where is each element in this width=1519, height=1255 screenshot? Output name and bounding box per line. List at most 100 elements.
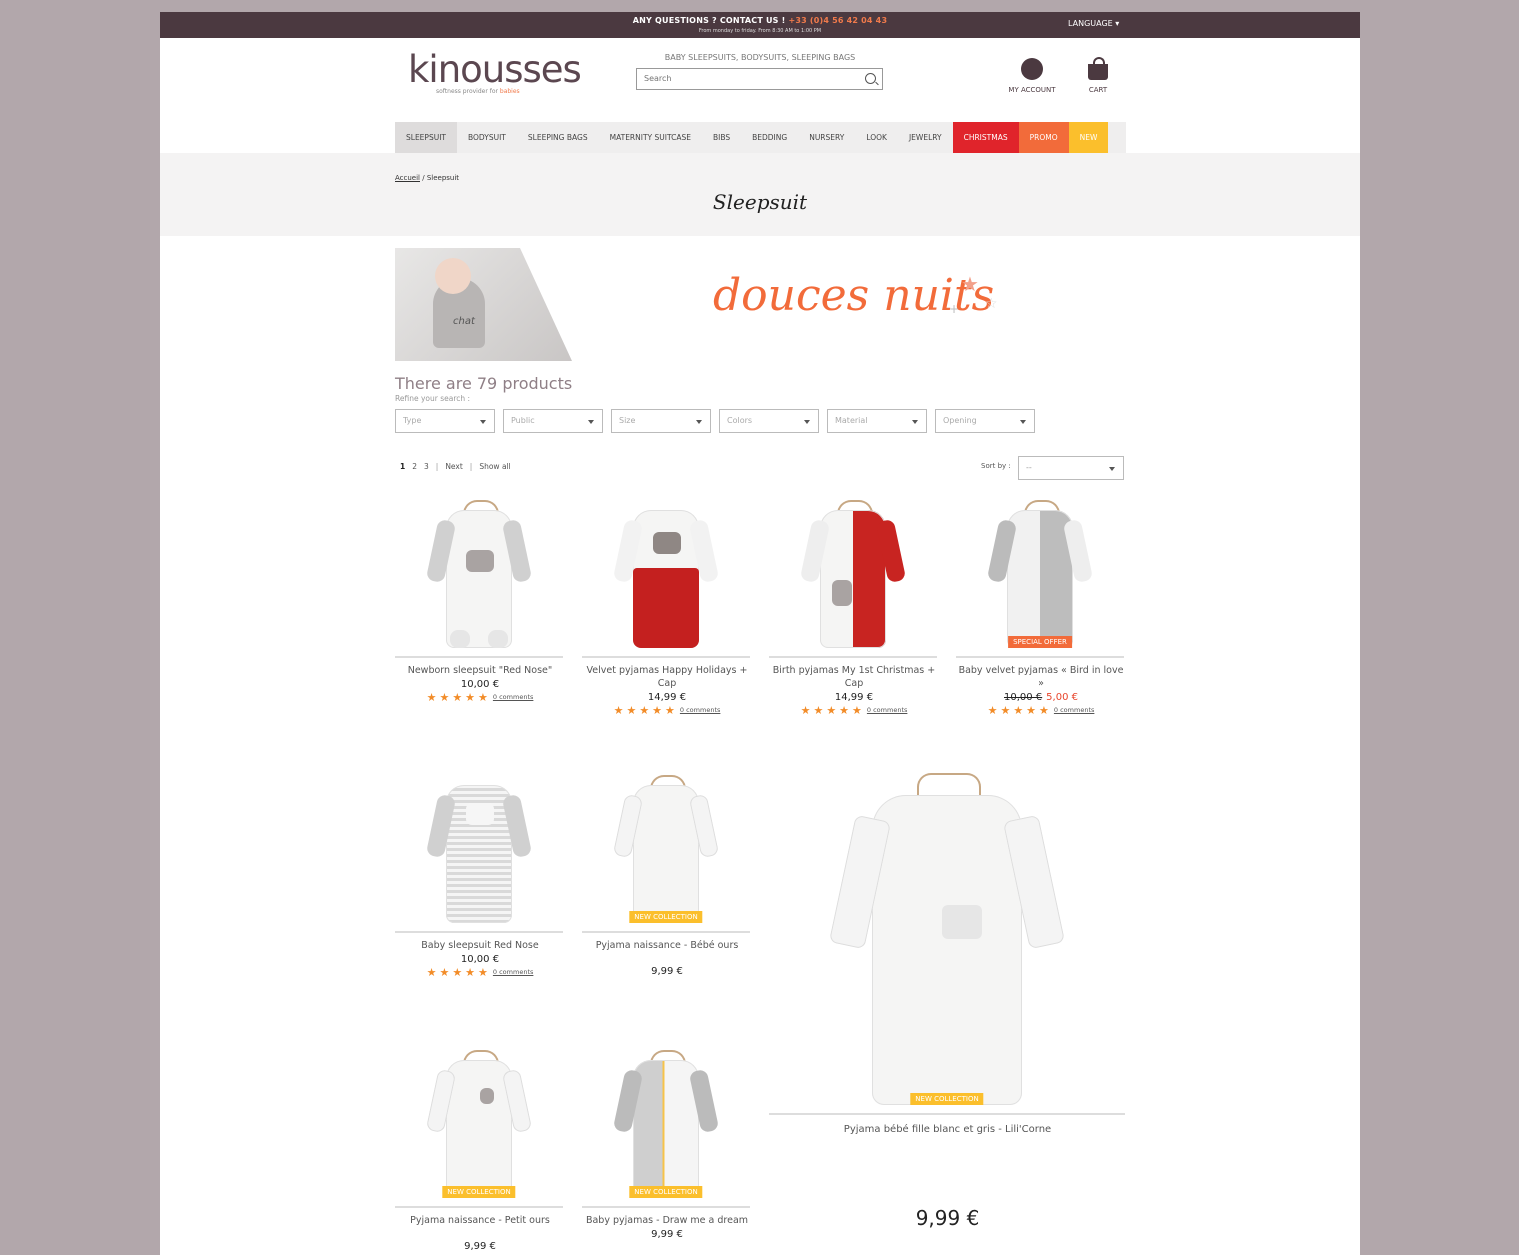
logo-tagline: softness provider for babies (436, 88, 520, 95)
star-icons: ★★★★★ (613, 704, 678, 717)
nav-bibs[interactable]: BIBS (702, 122, 741, 153)
product-price: 9,99 € (651, 966, 683, 977)
product-image[interactable] (395, 769, 563, 933)
product-name[interactable]: Baby velvet pyjamas « Bird in love » (956, 664, 1126, 690)
product-price: 9,99 € (464, 1241, 496, 1252)
product-card[interactable]: NEW COLLECTION Pyjama naissance - Petit … (395, 1044, 565, 1252)
filter-bar: Type Public Size Colors Material Opening (395, 409, 1035, 433)
comments-link[interactable]: 0 comments (867, 706, 907, 714)
filter-opening[interactable]: Opening (935, 409, 1035, 433)
nav-bodysuit[interactable]: BODYSUIT (457, 122, 517, 153)
account-label: MY ACCOUNT (1008, 86, 1056, 94)
main-nav: SLEEPSUIT BODYSUIT SLEEPING BAGS MATERNI… (395, 122, 1126, 153)
logo[interactable]: kinousses softness provider for babies (408, 48, 582, 96)
account-icon (1021, 58, 1043, 80)
comments-link[interactable]: 0 comments (1054, 706, 1094, 714)
nav-maternity-suitcase[interactable]: MATERNITY SUITCASE (599, 122, 702, 153)
product-card[interactable]: NEW COLLECTION Pyjama naissance - Bébé o… (582, 769, 752, 977)
search-icon[interactable] (865, 73, 876, 84)
sleepsuit-picture (612, 785, 720, 923)
product-name[interactable]: Baby sleepsuit Red Nose (395, 939, 565, 952)
sleepsuit-picture (986, 510, 1094, 648)
star-icons: ★★★★★ (426, 691, 491, 704)
comments-link[interactable]: 0 comments (493, 693, 533, 701)
product-card[interactable]: SPECIAL OFFER Baby velvet pyjamas « Bird… (956, 494, 1126, 717)
language-selector[interactable]: LANGUAGE ▾ (1068, 19, 1119, 28)
product-image[interactable] (395, 494, 563, 658)
product-price: 10,00 € (460, 679, 500, 690)
new-collection-badge: NEW COLLECTION (629, 911, 703, 923)
breadcrumb-home[interactable]: Accueil (395, 174, 420, 182)
nav-bedding[interactable]: BEDDING (741, 122, 798, 153)
category-banner: chat douces nuits ★ ☆ + (395, 248, 1126, 361)
special-offer-badge: SPECIAL OFFER (1008, 636, 1072, 648)
new-collection-badge: NEW COLLECTION (910, 1093, 984, 1105)
baby-head (435, 258, 471, 294)
filter-colors[interactable]: Colors (719, 409, 819, 433)
product-name[interactable]: Newborn sleepsuit "Red Nose" (395, 664, 565, 677)
nav-sleepsuit[interactable]: SLEEPSUIT (395, 122, 457, 153)
sparkle-icon: + (949, 302, 960, 316)
product-image[interactable]: NEW COLLECTION (582, 769, 750, 933)
page-1[interactable]: 1 (400, 462, 405, 471)
contact-phone[interactable]: +33 (0)4 56 42 04 43 (788, 16, 887, 25)
rating-stars: ★★★★★ 0 comments (769, 704, 939, 717)
comments-link[interactable]: 0 comments (493, 968, 533, 976)
sleepsuit-picture (425, 1060, 533, 1198)
sleepsuit-picture (612, 1060, 720, 1198)
rating-stars: ★★★★★ 0 comments (956, 704, 1126, 717)
contact-line: ANY QUESTIONS ? CONTACT US ! +33 (0)4 56… (160, 16, 1360, 25)
product-image[interactable] (582, 494, 750, 658)
rating-stars: ★★★★★ 0 comments (395, 966, 565, 979)
product-name[interactable]: Birth pyjamas My 1st Christmas + Cap (769, 664, 939, 690)
logo-text: kinousses (408, 48, 582, 91)
nav-christmas[interactable]: CHRISTMAS (952, 122, 1019, 153)
nav-nursery[interactable]: NURSERY (798, 122, 855, 153)
product-card[interactable]: Birth pyjamas My 1st Christmas + Cap 14,… (769, 494, 939, 717)
star-outline-icon: ☆ (985, 296, 998, 312)
account-link[interactable]: MY ACCOUNT (1002, 58, 1062, 94)
nav-sleeping-bags[interactable]: SLEEPING BAGS (517, 122, 599, 153)
next-page-link[interactable]: Next (445, 462, 462, 471)
product-name[interactable]: Pyjama naissance - Petit ours (395, 1214, 565, 1227)
page-3[interactable]: 3 (424, 462, 429, 471)
show-all-link[interactable]: Show all (479, 462, 510, 471)
product-card[interactable]: NEW COLLECTION Baby pyjamas - Draw me a … (582, 1044, 752, 1240)
sleepsuit-picture (425, 785, 533, 923)
product-card[interactable]: Baby sleepsuit Red Nose 10,00 € ★★★★★ 0 c… (395, 769, 565, 979)
product-price: 14,99 € (647, 692, 687, 703)
page-2[interactable]: 2 (412, 462, 417, 471)
nav-new[interactable]: NEW (1068, 122, 1109, 153)
product-card-featured[interactable]: NEW COLLECTION Pyjama bébé fille blanc e… (769, 769, 1126, 1230)
search-input[interactable] (642, 73, 856, 84)
product-image[interactable]: NEW COLLECTION (582, 1044, 750, 1208)
product-card[interactable]: Velvet pyjamas Happy Holidays + Cap 14,9… (582, 494, 752, 717)
product-card[interactable]: Newborn sleepsuit "Red Nose" 10,00 € ★★★… (395, 494, 565, 704)
cart-link[interactable]: CART (1080, 57, 1116, 94)
opening-hours: From monday to friday. From 8:30 AM to 1… (698, 28, 822, 34)
pagination: 1 2 3 | Next | Show all (400, 462, 511, 471)
product-image[interactable]: SPECIAL OFFER (956, 494, 1124, 658)
sort-select[interactable]: -- (1018, 456, 1124, 480)
product-image[interactable]: NEW COLLECTION (769, 769, 1125, 1115)
filter-public[interactable]: Public (503, 409, 603, 433)
product-price: 9,99 € (915, 1206, 980, 1230)
nav-promo[interactable]: PROMO (1018, 122, 1069, 153)
product-name[interactable]: Velvet pyjamas Happy Holidays + Cap (582, 664, 752, 690)
comments-link[interactable]: 0 comments (680, 706, 720, 714)
contact-question: ANY QUESTIONS ? CONTACT US ! (632, 16, 786, 25)
banner-photo: chat (395, 248, 572, 361)
filter-type[interactable]: Type (395, 409, 495, 433)
new-collection-badge: NEW COLLECTION (442, 1186, 516, 1198)
product-image[interactable] (769, 494, 937, 658)
pager-divider: | (469, 462, 473, 471)
filter-material[interactable]: Material (827, 409, 927, 433)
product-name[interactable]: Baby pyjamas - Draw me a dream (582, 1214, 752, 1227)
product-name[interactable]: Pyjama naissance - Bébé ours (582, 939, 752, 952)
breadcrumb: Accueil / Sleepsuit (395, 174, 459, 182)
nav-look[interactable]: LOOK (855, 122, 898, 153)
filter-size[interactable]: Size (611, 409, 711, 433)
product-image[interactable]: NEW COLLECTION (395, 1044, 563, 1208)
nav-jewelry[interactable]: JEWELRY (898, 122, 953, 153)
product-name[interactable]: Pyjama bébé fille blanc et gris - Lili'C… (769, 1123, 1126, 1136)
